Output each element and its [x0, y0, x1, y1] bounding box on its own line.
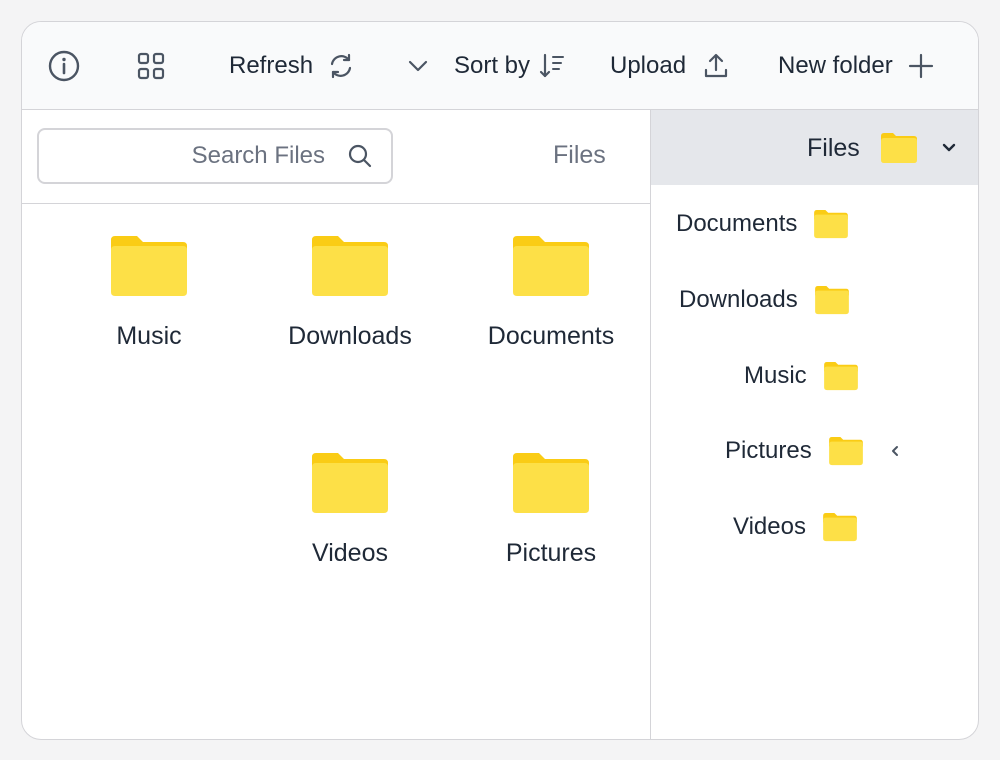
- pane-divider: [650, 110, 651, 739]
- tree-item-label: Documents: [676, 210, 798, 237]
- folder-tile-videos[interactable]: Videos: [260, 451, 440, 568]
- search-box[interactable]: [37, 128, 393, 184]
- view-dropdown-button[interactable]: [406, 22, 430, 109]
- tree-item-downloads[interactable]: Downloads: [679, 280, 850, 320]
- sort-by-button[interactable]: Sort by: [454, 22, 566, 109]
- tree-item-label: Downloads: [679, 286, 798, 313]
- view-grid-button[interactable]: [137, 22, 165, 109]
- new-folder-button[interactable]: New folder: [778, 22, 935, 109]
- new-folder-label: New folder: [778, 51, 893, 79]
- folder-name: Music: [116, 322, 182, 350]
- search-input[interactable]: [63, 141, 327, 171]
- upload-label: Upload: [610, 51, 687, 79]
- folder-tile-music[interactable]: Music: [59, 234, 239, 351]
- tree-root[interactable]: Files: [651, 110, 978, 185]
- search-icon[interactable]: [347, 143, 373, 169]
- pane-title: Files: [553, 141, 606, 169]
- tree-item-documents[interactable]: Documents: [676, 204, 849, 244]
- info-icon: [48, 50, 80, 81]
- upload-button[interactable]: Upload: [610, 22, 730, 109]
- sort-by-label: Sort by: [454, 51, 531, 79]
- folder-tile-pictures[interactable]: Pictures: [461, 451, 641, 568]
- folder-icon: [823, 512, 857, 542]
- tree-root-label: Files: [807, 134, 860, 162]
- refresh-button[interactable]: Refresh: [229, 22, 355, 109]
- folder-icon: [111, 236, 187, 296]
- folder-name: Documents: [487, 322, 615, 350]
- folder-name: Pictures: [505, 539, 597, 567]
- chevron-down-icon[interactable]: [941, 140, 957, 156]
- plus-icon: [908, 53, 933, 78]
- refresh-icon: [330, 53, 352, 78]
- tree-item-pictures[interactable]: Pictures: [725, 431, 902, 471]
- folder-icon: [513, 236, 589, 296]
- folder-icon: [513, 453, 589, 513]
- sort-icon: [539, 53, 565, 77]
- tree-item-label: Music: [744, 362, 807, 389]
- folder-name: Downloads: [288, 322, 412, 350]
- refresh-label: Refresh: [229, 51, 314, 79]
- folder-tile-downloads[interactable]: Downloads: [260, 234, 440, 351]
- grid-icon: [137, 52, 165, 79]
- folder-icon: [828, 436, 863, 466]
- folder-icon: [814, 285, 849, 315]
- tree-item-music[interactable]: Music: [744, 356, 859, 396]
- tree-item-label: Videos: [733, 513, 806, 540]
- file-manager-window: Refresh Sort by Upload New folder Search…: [21, 21, 979, 740]
- tree-item-label: Pictures: [725, 437, 812, 464]
- chevron-down-icon: [408, 60, 428, 71]
- folder-icon: [814, 209, 849, 239]
- folder-icon: [881, 133, 917, 163]
- divider: [22, 203, 650, 204]
- upload-icon: [704, 53, 728, 77]
- chevron-left-icon[interactable]: [888, 444, 902, 458]
- folder-tile-documents[interactable]: Documents: [461, 234, 641, 351]
- info-button[interactable]: [48, 22, 80, 109]
- folder-name: Videos: [312, 539, 388, 567]
- folder-icon: [823, 361, 858, 391]
- tree-item-videos[interactable]: Videos: [733, 507, 858, 547]
- folder-icon: [312, 236, 388, 296]
- toolbar: Refresh Sort by Upload New folder: [22, 22, 978, 110]
- folder-icon: [312, 453, 388, 513]
